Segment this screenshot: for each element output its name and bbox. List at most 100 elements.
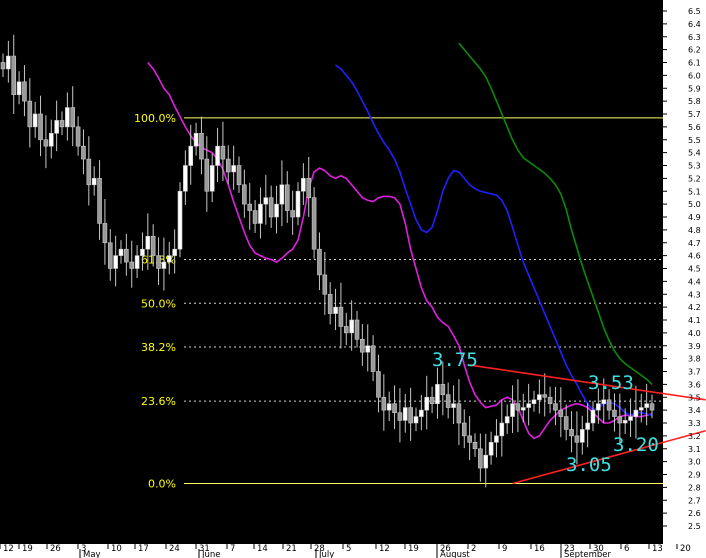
candle-body bbox=[81, 145, 86, 160]
candle-body bbox=[542, 394, 548, 398]
candle-body bbox=[16, 81, 22, 95]
candle-body bbox=[494, 435, 499, 443]
candle-body bbox=[445, 394, 451, 408]
candle-body bbox=[6, 55, 11, 70]
chart-stage: 100.0%61.8%50.0%38.2%23.6%0.0% 3.753.533… bbox=[0, 0, 706, 558]
y-tick-label: 3.7 bbox=[688, 368, 701, 377]
candle-body bbox=[27, 100, 33, 128]
candle-body bbox=[424, 396, 430, 411]
candle-body bbox=[558, 409, 564, 417]
x-tick-label: 6 bbox=[624, 544, 629, 554]
fib-label: 38.2% bbox=[141, 341, 176, 354]
candle-body bbox=[574, 435, 580, 443]
candle-body bbox=[402, 407, 408, 421]
y-tick-label: 3.5 bbox=[688, 393, 701, 402]
price-annotation: 3.05 bbox=[566, 454, 612, 476]
y-tick-label: 5.2 bbox=[688, 174, 701, 183]
candle-body bbox=[11, 55, 17, 95]
y-tick-label: 4.3 bbox=[688, 290, 701, 299]
candle-body bbox=[644, 403, 649, 408]
y-tick-label: 3.9 bbox=[688, 342, 701, 351]
candle-body bbox=[86, 158, 92, 186]
candle-body bbox=[563, 416, 569, 430]
y-tick-label: 6.4 bbox=[688, 20, 701, 29]
candle-body bbox=[242, 184, 247, 205]
y-tick-label: 2.8 bbox=[688, 483, 701, 492]
candle-body bbox=[215, 145, 220, 166]
x-tick-label: 19 bbox=[22, 544, 33, 554]
candle-body bbox=[204, 158, 210, 192]
candle-body bbox=[247, 203, 253, 211]
y-tick-label: 4.6 bbox=[688, 252, 701, 261]
candle-body bbox=[75, 126, 81, 147]
y-tick-label: 4.0 bbox=[688, 329, 701, 338]
candle-body bbox=[596, 403, 601, 411]
candle-body bbox=[483, 454, 489, 469]
fib-label: 23.6% bbox=[141, 395, 176, 408]
candle-body bbox=[32, 113, 38, 128]
candle-body bbox=[515, 403, 521, 411]
candle-body bbox=[376, 371, 381, 398]
candle-body bbox=[370, 345, 376, 372]
candle-body bbox=[113, 255, 118, 269]
candle-body bbox=[284, 184, 290, 211]
candle-body bbox=[392, 403, 397, 413]
candle-body bbox=[188, 145, 194, 166]
candle-body bbox=[327, 293, 333, 314]
candle-body bbox=[252, 210, 258, 224]
candle-body bbox=[531, 399, 537, 404]
candle-body bbox=[193, 133, 199, 147]
candle-body bbox=[48, 133, 54, 147]
candle-body bbox=[220, 145, 226, 160]
candle-body bbox=[488, 442, 494, 456]
candle-body bbox=[118, 248, 124, 256]
month-label: July bbox=[318, 550, 334, 558]
y-tick-label: 4.9 bbox=[688, 213, 701, 222]
candle-body bbox=[301, 178, 306, 192]
candle-body bbox=[295, 190, 301, 218]
month-label: September bbox=[564, 550, 611, 558]
candle-body bbox=[343, 326, 349, 334]
candle-body bbox=[166, 255, 172, 263]
month-label: May bbox=[83, 550, 101, 558]
y-tick-label: 3.4 bbox=[688, 406, 701, 415]
y-tick-label: 2.9 bbox=[688, 471, 701, 480]
candle-body bbox=[628, 416, 633, 421]
candle-body bbox=[569, 429, 574, 437]
candle-body bbox=[258, 203, 263, 224]
y-tick-label: 3.8 bbox=[688, 355, 701, 364]
candle-body bbox=[156, 255, 161, 269]
y-tick-label: 4.1 bbox=[688, 316, 701, 325]
month-label: August bbox=[440, 550, 470, 558]
fib-label: 50.0% bbox=[141, 297, 176, 310]
candle-body bbox=[478, 448, 483, 469]
candle-body bbox=[360, 339, 365, 353]
y-tick-label: 2.6 bbox=[688, 509, 701, 518]
candle-body bbox=[617, 416, 623, 424]
x-tick-label: 7 bbox=[230, 544, 235, 554]
candle-body bbox=[134, 255, 140, 269]
candle-body bbox=[263, 197, 269, 205]
x-tick-label: 12 bbox=[3, 544, 14, 554]
y-tick-label: 6.3 bbox=[688, 33, 701, 42]
candle-body bbox=[520, 407, 526, 411]
candle-body bbox=[510, 403, 515, 417]
candle-body bbox=[606, 399, 612, 411]
x-tick-label: 21 bbox=[286, 544, 297, 554]
candle-body bbox=[585, 422, 590, 430]
x-tick-label: 13 bbox=[652, 544, 663, 554]
y-tick-label: 4.2 bbox=[688, 303, 701, 312]
candle-body bbox=[124, 248, 129, 263]
y-tick-label: 5.6 bbox=[688, 123, 701, 132]
x-tick-label: 5 bbox=[346, 544, 351, 554]
candle-body bbox=[225, 158, 231, 173]
candle-body bbox=[0, 62, 6, 70]
candle-body bbox=[274, 203, 279, 218]
candle-body bbox=[349, 319, 354, 334]
candlestick-chart: 100.0%61.8%50.0%38.2%23.6%0.0% 3.753.533… bbox=[0, 0, 706, 558]
candle-body bbox=[590, 409, 596, 424]
fib-label: 100.0% bbox=[134, 112, 176, 125]
candle-body bbox=[290, 210, 295, 218]
candle-body bbox=[601, 399, 607, 404]
candle-body bbox=[526, 403, 531, 408]
